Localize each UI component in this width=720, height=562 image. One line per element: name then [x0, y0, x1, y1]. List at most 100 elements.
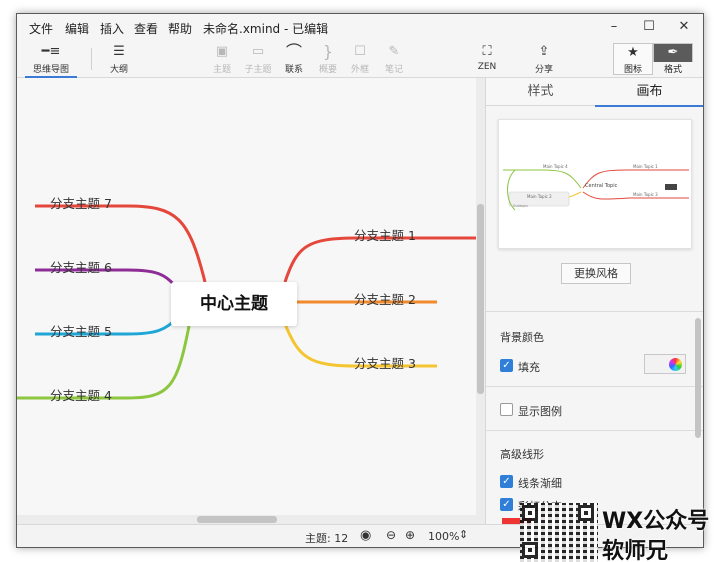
- maximize-button[interactable]: ☐: [634, 18, 664, 36]
- preview-main-topic-3: Main Topic 3: [633, 192, 658, 197]
- zoom-out-icon[interactable]: ⊖: [386, 528, 396, 542]
- menu-edit[interactable]: 编辑: [65, 20, 89, 37]
- toolbar-separator: [91, 48, 92, 70]
- toolbar: ━≡ 思维导图 ☰ 大纲 ▣ 主题 ▭ 子主题 ⌒ 联系 } 概要 ☐ 外框 ✎…: [17, 40, 703, 78]
- subtopic-icon: ▭: [251, 44, 265, 59]
- icons-label: 图标: [623, 65, 642, 75]
- relationship-icon: ⌒: [285, 42, 302, 61]
- branch-topic-7[interactable]: 分支主题 7: [50, 193, 112, 212]
- relationship-label: 联系: [284, 65, 303, 75]
- canvas-vertical-scrollbar[interactable]: [476, 78, 485, 524]
- paintbrush-icon: ✒: [667, 45, 679, 60]
- mindmap-view-button[interactable]: ━≡ 思维导图: [25, 40, 77, 78]
- zoom-in-icon[interactable]: ⊕: [405, 528, 415, 542]
- share-button[interactable]: ⇪ 分享: [529, 40, 559, 78]
- preview-main-topic-4: Main Topic 4: [543, 164, 568, 169]
- zoom-level[interactable]: 100%: [428, 530, 459, 543]
- panel-scrollbar[interactable]: [695, 318, 701, 438]
- summary-label: 概要: [318, 65, 337, 75]
- panel-tabs: 样式 画布: [486, 78, 703, 107]
- zen-fullscreen-icon: ⛶: [482, 44, 492, 59]
- topic-button[interactable]: ▣ 主题: [207, 40, 237, 78]
- zoom-stepper-icon[interactable]: ⇕: [459, 528, 468, 541]
- app-window: 文件 编辑 插入 查看 帮助 未命名.xmind - 已编辑 – ☐ ✕ ━≡ …: [16, 13, 704, 548]
- summary-button[interactable]: } 概要: [313, 40, 343, 78]
- subtopic-label: 子主题: [244, 65, 272, 75]
- branch-topic-2[interactable]: 分支主题 2: [354, 289, 416, 308]
- qr-finder-mark: [522, 542, 538, 558]
- menu-view[interactable]: 查看: [134, 20, 158, 37]
- subtopic-button[interactable]: ▭ 子主题: [241, 40, 275, 78]
- boundary-button[interactable]: ☐ 外框: [345, 40, 375, 78]
- title-bar: 文件 编辑 插入 查看 帮助 未命名.xmind - 已编辑 – ☐ ✕: [17, 14, 703, 40]
- show-legend-checkbox[interactable]: [500, 403, 513, 416]
- preview-subtopic: Subtopic: [513, 204, 529, 208]
- panel-divider: [486, 430, 703, 431]
- branch-topic-6[interactable]: 分支主题 6: [50, 257, 112, 276]
- format-panel-button[interactable]: ✒ 格式: [653, 43, 693, 75]
- eye-icon[interactable]: ◉: [360, 528, 371, 543]
- color-wheel-icon: [669, 358, 682, 371]
- outline-view-button[interactable]: ☰ 大纲: [101, 40, 137, 78]
- taper-lines-checkbox[interactable]: ✓: [500, 475, 513, 488]
- tab-canvas-label: 画布: [636, 84, 663, 99]
- branch-topic-4[interactable]: 分支主题 4: [50, 385, 112, 404]
- topic-count: 主题: 12: [305, 532, 349, 545]
- minimize-button[interactable]: –: [599, 18, 629, 36]
- qr-finder-mark: [522, 505, 538, 521]
- tab-style[interactable]: 样式: [486, 78, 595, 106]
- watermark: WX公众号 软师兄: [520, 503, 720, 562]
- background-color-title: 背景颜色: [500, 331, 544, 344]
- mindmap-canvas[interactable]: 中心主题 分支主题 1 分支主题 2 分支主题 3 分支主题 7 分支主题 6 …: [17, 78, 485, 524]
- note-label: 笔记: [384, 65, 403, 75]
- share-upload-icon: ⇪: [538, 44, 550, 59]
- change-style-button[interactable]: 更换风格: [561, 263, 631, 284]
- taper-lines-label: 线条渐细: [518, 477, 562, 490]
- zen-button[interactable]: ⛶ ZEN: [472, 40, 502, 78]
- zen-label: ZEN: [477, 62, 497, 72]
- canvas-horizontal-scrollbar[interactable]: [17, 515, 476, 524]
- relationship-button[interactable]: ⌒ 联系: [279, 40, 309, 78]
- boundary-icon: ☐: [354, 44, 366, 59]
- menu-file[interactable]: 文件: [29, 20, 53, 37]
- rainbow-branches-checkbox[interactable]: ✓: [500, 498, 513, 511]
- vertical-scroll-thumb[interactable]: [477, 204, 484, 394]
- format-panel: 样式 画布 Central Topic Main Topic 1 Main To…: [485, 78, 703, 524]
- tab-canvas[interactable]: 画布: [595, 78, 703, 107]
- panel-divider: [486, 311, 703, 312]
- topic-label: 主题: [212, 65, 231, 75]
- branch-topic-1[interactable]: 分支主题 1: [354, 225, 416, 244]
- menu-help[interactable]: 帮助: [168, 20, 192, 37]
- star-icon: ★: [627, 45, 639, 60]
- background-color-picker[interactable]: [644, 354, 686, 374]
- watermark-line-2: 软师兄: [602, 539, 669, 562]
- branch-topic-5[interactable]: 分支主题 5: [50, 321, 112, 340]
- qr-code-image: [520, 503, 598, 562]
- preview-central-topic: Central Topic: [585, 183, 618, 189]
- summary-brace-icon: }: [322, 42, 334, 61]
- watermark-line-1: WX公众号: [602, 509, 710, 534]
- fill-label: 填充: [518, 361, 540, 374]
- branch-topic-3[interactable]: 分支主题 3: [354, 353, 416, 372]
- boundary-label: 外框: [350, 65, 369, 75]
- share-label: 分享: [534, 65, 553, 75]
- advanced-lines-title: 高级线形: [500, 448, 544, 461]
- panel-divider: [486, 386, 703, 387]
- format-label: 格式: [653, 62, 693, 75]
- show-legend-label: 显示图例: [518, 405, 562, 418]
- note-pencil-icon: ✎: [388, 44, 400, 59]
- central-topic[interactable]: 中心主题: [171, 282, 297, 326]
- style-preview-thumbnail[interactable]: Central Topic Main Topic 1 Main Topic 2 …: [498, 119, 692, 249]
- note-button[interactable]: ✎ 笔记: [379, 40, 409, 78]
- icons-panel-button[interactable]: ★ 图标: [613, 43, 653, 75]
- outline-label: 大纲: [109, 65, 128, 75]
- document-title: 未命名.xmind - 已编辑: [203, 22, 329, 36]
- mindmap-icon: ━≡: [41, 44, 61, 59]
- preview-main-topic-2: Main Topic 2: [527, 194, 552, 199]
- close-button[interactable]: ✕: [669, 18, 699, 36]
- topic-icon: ▣: [215, 44, 229, 59]
- tab-style-label: 样式: [527, 84, 554, 99]
- menu-insert[interactable]: 插入: [100, 20, 124, 37]
- horizontal-scroll-thumb[interactable]: [197, 516, 277, 523]
- fill-checkbox[interactable]: ✓: [500, 359, 513, 372]
